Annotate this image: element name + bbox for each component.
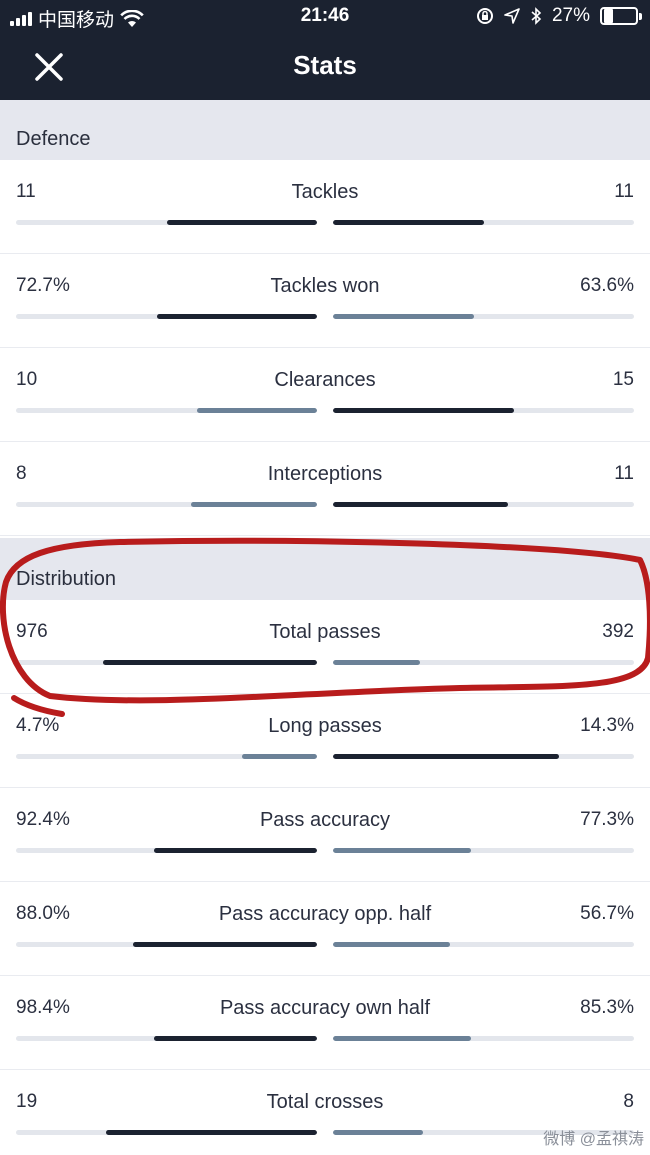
section-header-distribution: Distribution (0, 538, 650, 600)
away-bar-fill (333, 1130, 424, 1135)
home-bar-track (16, 408, 317, 413)
away-value: 392 (602, 621, 634, 642)
rotation-lock-icon (476, 8, 493, 24)
stat-label: Pass accuracy own half (219, 997, 431, 1019)
home-bar-fill (103, 660, 317, 665)
home-bar-fill (154, 848, 317, 853)
home-bar-track (16, 1036, 317, 1041)
location-icon (504, 8, 520, 24)
home-bar-track (16, 314, 317, 319)
status-bar: 中国移动 21:46 27% (0, 0, 650, 34)
stat-row: 88.0% Pass accuracy opp. half 56.7% (0, 882, 650, 976)
away-bar-track (333, 942, 634, 947)
away-bar-fill (333, 314, 475, 319)
stat-label: Tackles (291, 181, 359, 203)
home-bar-fill (190, 502, 317, 507)
stat-label: Pass accuracy (259, 809, 391, 831)
top-bar: 中国移动 21:46 27% Stats (0, 0, 650, 100)
away-value: 56.7% (580, 903, 634, 924)
stat-row: 72.7% Tackles won 63.6% (0, 254, 650, 348)
away-value: 77.3% (580, 809, 634, 830)
away-bar-track (333, 848, 634, 853)
away-value: 15 (612, 369, 634, 390)
away-bar-fill (333, 848, 472, 853)
watermark: 微博 @孟祺涛 (543, 1131, 644, 1148)
bluetooth-icon (531, 7, 542, 25)
stat-row: 10 Clearances 15 (0, 348, 650, 442)
away-bar-track (333, 502, 634, 507)
home-bar-track (16, 220, 317, 225)
home-bar-track (16, 660, 317, 665)
home-bar-fill (154, 1036, 317, 1041)
home-bar-fill (196, 408, 317, 413)
page-title: Stats (293, 50, 357, 80)
home-bar-track (16, 754, 317, 759)
away-value: 11 (614, 181, 634, 202)
home-bar-fill (241, 754, 317, 759)
home-bar-track (16, 942, 317, 947)
away-bar-fill (333, 754, 559, 759)
stat-row: 92.4% Pass accuracy 77.3% (0, 788, 650, 882)
away-bar-fill (333, 408, 514, 413)
section-header-defence: Defence (0, 100, 650, 160)
home-bar-track (16, 502, 317, 507)
stat-label: Total passes (269, 621, 381, 643)
away-value: 85.3% (580, 997, 634, 1018)
home-bar-track (16, 1130, 317, 1135)
away-value: 63.6% (580, 275, 634, 296)
stat-row: 11 Tackles 11 (0, 160, 650, 254)
stat-label: Clearances (274, 369, 376, 391)
away-bar-track (333, 660, 634, 665)
stat-label: Pass accuracy opp. half (218, 903, 432, 925)
away-bar-track (333, 408, 634, 413)
stat-label: Long passes (268, 715, 382, 737)
battery-icon (600, 7, 642, 25)
away-bar-track (333, 1036, 634, 1041)
home-bar-fill (166, 220, 317, 225)
away-bar-fill (333, 220, 484, 225)
battery-percent: 27% (551, 5, 590, 26)
stat-row: 976 Total passes 392 (0, 600, 650, 694)
away-value: 11 (614, 463, 634, 484)
status-right: 27% (476, 5, 642, 27)
away-bar-fill (333, 660, 421, 665)
home-bar-fill (133, 942, 317, 947)
stat-row: 98.4% Pass accuracy own half 85.3% (0, 976, 650, 1070)
away-value: 8 (623, 1091, 634, 1112)
away-bar-fill (333, 502, 508, 507)
stat-label: Tackles won (270, 275, 380, 297)
stat-label: Interceptions (267, 463, 383, 485)
away-bar-track (333, 220, 634, 225)
away-bar-fill (333, 942, 451, 947)
home-bar-track (16, 848, 317, 853)
away-bar-track (333, 314, 634, 319)
away-value: 14.3% (580, 715, 634, 736)
home-bar-fill (106, 1130, 317, 1135)
stat-row: 8 Interceptions 11 (0, 442, 650, 536)
battery-fill (604, 9, 614, 23)
home-bar-fill (157, 314, 317, 319)
away-bar-track (333, 754, 634, 759)
stat-label: Total crosses (266, 1091, 384, 1113)
stat-row: 4.7% Long passes 14.3% (0, 694, 650, 788)
away-bar-fill (333, 1036, 472, 1041)
